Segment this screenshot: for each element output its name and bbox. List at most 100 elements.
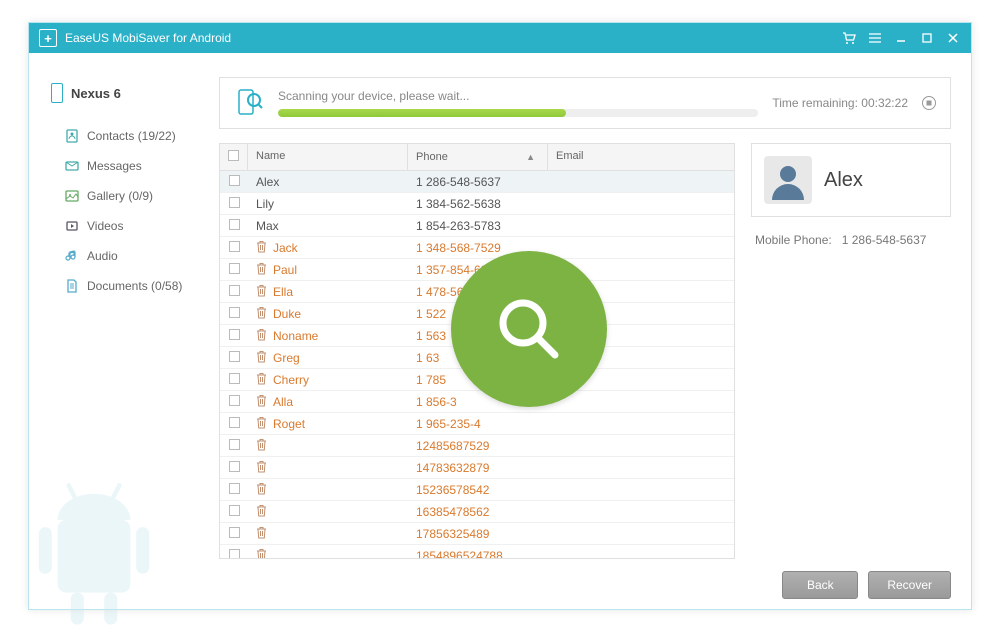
mobile-value: 1 286-548-5637 (842, 233, 927, 247)
row-checkbox[interactable] (229, 417, 240, 428)
col-email[interactable]: Email (548, 144, 734, 170)
back-button[interactable]: Back (782, 571, 858, 599)
trash-icon (256, 306, 267, 322)
sidebar: Nexus 6 Contacts (19/22) Messages Gallery … (29, 53, 219, 609)
recover-button[interactable]: Recover (868, 571, 951, 599)
row-checkbox[interactable] (229, 505, 240, 516)
row-checkbox[interactable] (229, 351, 240, 362)
col-phone[interactable]: Phone▲ (408, 144, 548, 170)
maximize-button[interactable] (919, 31, 935, 45)
minimize-button[interactable] (893, 31, 909, 45)
contact-name: Jack (273, 241, 298, 255)
row-checkbox[interactable] (229, 461, 240, 472)
cart-icon[interactable] (841, 31, 857, 45)
contact-name: Noname (273, 329, 318, 343)
table-row[interactable]: Alex1 286-548-5637 (220, 171, 734, 193)
sidebar-item-messages[interactable]: Messages (51, 151, 209, 181)
contact-email (548, 553, 734, 559)
table-row[interactable]: 17856325489 (220, 523, 734, 545)
row-checkbox[interactable] (229, 219, 240, 230)
select-all-checkbox[interactable] (228, 150, 239, 161)
trash-icon (256, 526, 267, 542)
row-checkbox[interactable] (229, 175, 240, 186)
android-watermark-icon (19, 469, 169, 629)
row-checkbox[interactable] (229, 285, 240, 296)
row-checkbox[interactable] (229, 263, 240, 274)
row-checkbox[interactable] (229, 373, 240, 384)
documents-icon (65, 279, 79, 293)
contact-name: Duke (273, 307, 301, 321)
row-checkbox[interactable] (229, 395, 240, 406)
sort-asc-icon: ▲ (526, 152, 535, 162)
trash-icon (256, 350, 267, 366)
contact-name: Max (256, 219, 279, 233)
table-row[interactable]: 15236578542 (220, 479, 734, 501)
contact-name: Greg (273, 351, 300, 365)
contact-email (548, 443, 734, 449)
table-row[interactable]: 16385478562 (220, 501, 734, 523)
contact-email (548, 223, 734, 229)
row-checkbox[interactable] (229, 439, 240, 450)
contact-phone: 12485687529 (408, 436, 548, 456)
app-logo-icon: + (39, 29, 57, 47)
row-checkbox[interactable] (229, 527, 240, 538)
contact-email (548, 179, 734, 185)
contact-phone: 17856325489 (408, 524, 548, 544)
device-header: Nexus 6 (51, 83, 209, 103)
device-name: Nexus 6 (71, 86, 121, 101)
table-row[interactable]: Jack1 348-568-7529 (220, 237, 734, 259)
contact-phone: 15236578542 (408, 480, 548, 500)
contact-email (548, 487, 734, 493)
contact-email (548, 245, 734, 251)
avatar (764, 156, 812, 204)
audio-icon (65, 249, 79, 263)
trash-icon (256, 372, 267, 388)
table-row[interactable]: Roget1 965-235-4 (220, 413, 734, 435)
stop-scan-button[interactable] (922, 96, 936, 110)
sidebar-item-label: Messages (87, 159, 142, 173)
table-row[interactable]: 12485687529 (220, 435, 734, 457)
contact-email (548, 421, 734, 427)
row-checkbox[interactable] (229, 483, 240, 494)
sidebar-item-gallery[interactable]: Gallery (0/9) (51, 181, 209, 211)
table-row[interactable]: 1854896524788 (220, 545, 734, 559)
table-row[interactable]: Max1 854-263-5783 (220, 215, 734, 237)
sidebar-item-videos[interactable]: Videos (51, 211, 209, 241)
gallery-icon (65, 189, 79, 203)
trash-icon (256, 548, 267, 560)
progress-text: Scanning your device, please wait... (278, 89, 469, 103)
sidebar-item-contacts[interactable]: Contacts (19/22) (51, 121, 209, 151)
progress-bar (278, 109, 758, 117)
trash-icon (256, 482, 267, 498)
sidebar-item-label: Documents (0/58) (87, 279, 182, 293)
progress-time: Time remaining: 00:32:22 (772, 96, 908, 110)
sidebar-item-label: Contacts (19/22) (87, 129, 176, 143)
row-checkbox[interactable] (229, 329, 240, 340)
col-name[interactable]: Name (248, 144, 408, 170)
sidebar-item-label: Audio (87, 249, 118, 263)
row-checkbox[interactable] (229, 197, 240, 208)
row-checkbox[interactable] (229, 241, 240, 252)
sidebar-item-label: Videos (87, 219, 123, 233)
contact-name: Alex (256, 175, 279, 189)
titlebar: + EaseUS MobiSaver for Android (29, 23, 971, 53)
row-checkbox[interactable] (229, 307, 240, 318)
table-row[interactable]: Lily1 384-562-5638 (220, 193, 734, 215)
trash-icon (256, 504, 267, 520)
table-header: Name Phone▲ Email (220, 144, 734, 171)
contact-name: Roget (273, 417, 305, 431)
phone-icon (51, 83, 63, 103)
detail-name: Alex (824, 169, 863, 192)
row-checkbox[interactable] (229, 549, 240, 560)
sidebar-item-documents[interactable]: Documents (0/58) (51, 271, 209, 301)
contact-name: Paul (273, 263, 297, 277)
close-button[interactable] (945, 31, 961, 45)
contact-email (548, 531, 734, 537)
table-row[interactable]: Alla1 856-3 (220, 391, 734, 413)
videos-icon (65, 219, 79, 233)
contact-email (548, 465, 734, 471)
app-window: + EaseUS MobiSaver for Android Nexus 6 C… (28, 22, 972, 610)
table-row[interactable]: 14783632879 (220, 457, 734, 479)
sidebar-item-audio[interactable]: Audio (51, 241, 209, 271)
menu-icon[interactable] (867, 31, 883, 45)
